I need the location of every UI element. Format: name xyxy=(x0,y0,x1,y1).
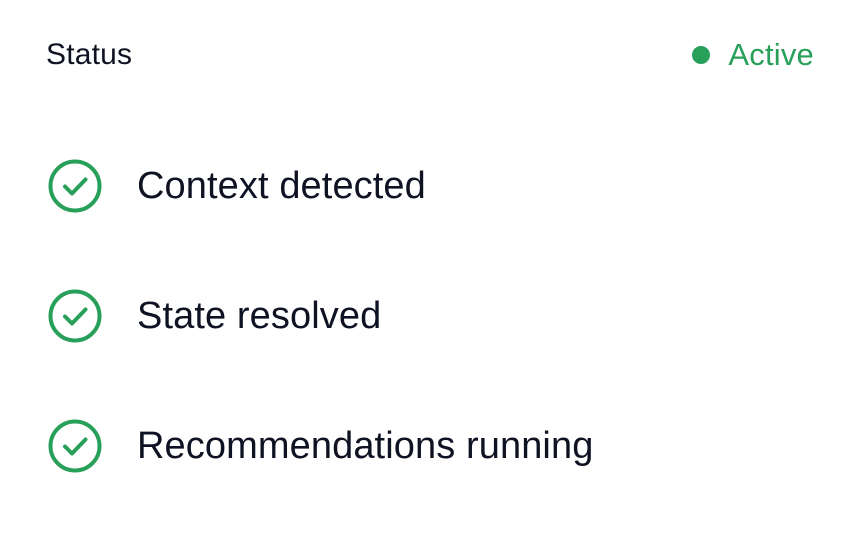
status-step-label: State resolved xyxy=(137,294,382,337)
check-circle-icon xyxy=(47,158,103,214)
status-step-recommendations: Recommendations running xyxy=(47,418,807,474)
status-step-state: State resolved xyxy=(47,288,807,344)
status-steps-list: Context detected State resolved Recommen… xyxy=(47,158,807,474)
status-indicator: Active xyxy=(692,37,814,73)
status-label: Active xyxy=(728,37,814,72)
check-circle-icon xyxy=(47,418,103,474)
status-dot-icon xyxy=(692,46,711,64)
check-circle-icon xyxy=(47,288,103,344)
status-panel: Status Active Context detected State res… xyxy=(0,0,858,555)
status-header: Status Active xyxy=(46,30,814,80)
status-step-label: Context detected xyxy=(137,164,426,207)
status-step-context: Context detected xyxy=(47,158,807,214)
status-step-label: Recommendations running xyxy=(137,424,594,467)
panel-title: Status xyxy=(46,38,133,71)
